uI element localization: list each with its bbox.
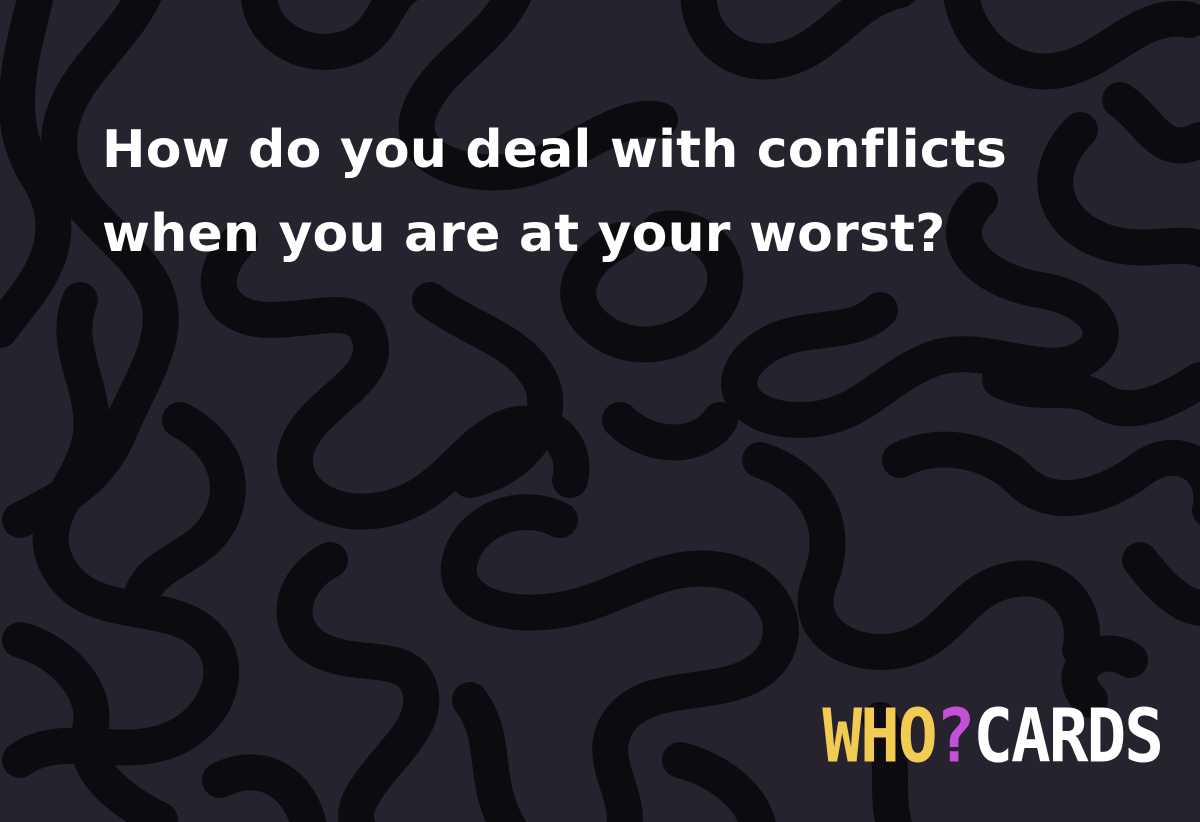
question-card: How do you deal with conflicts when you …	[0, 0, 1200, 822]
question-line-2: when you are at your worst?	[102, 204, 946, 264]
whocards-logo: WHO?CARDS	[822, 700, 1164, 774]
question-line-1: How do you deal with conflicts	[102, 120, 1008, 180]
logo-cards-text: CARDS	[973, 693, 1164, 780]
logo-question-mark: ?	[935, 693, 976, 780]
question-text: How do you deal with conflicts when you …	[102, 108, 1102, 276]
logo-who-text: WHO	[822, 693, 937, 780]
